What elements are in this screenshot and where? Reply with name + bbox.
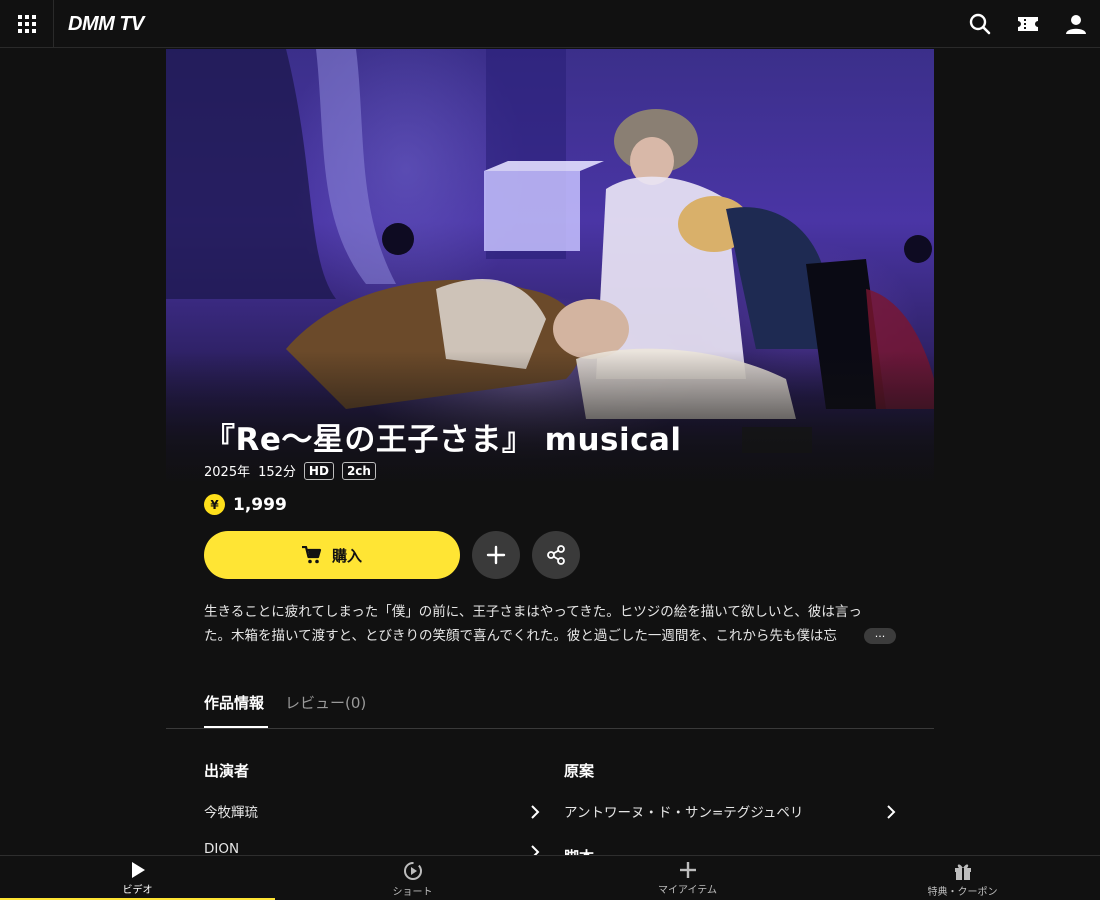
buy-button[interactable]: 購入: [204, 531, 460, 579]
share-icon: [547, 545, 565, 565]
apps-grid-icon: [17, 15, 36, 33]
nav-video[interactable]: ビデオ: [0, 856, 275, 900]
nav-label: ショート: [392, 887, 433, 898]
add-to-list-button[interactable]: [472, 531, 520, 579]
work-meta: 2025年 152分 HD 2ch: [204, 461, 376, 480]
nav-my-items[interactable]: マイアイテム: [550, 856, 825, 900]
read-more-button[interactable]: ···: [864, 628, 896, 644]
cart-icon: [301, 546, 322, 564]
nav-label: 特典・クーポン: [927, 887, 998, 898]
tab-work-info[interactable]: 作品情報: [204, 688, 268, 728]
nav-label: ビデオ: [122, 885, 153, 896]
work-description: 生きることに疲れてしまった「僕」の前に、王子さまはやってきた。ヒツジの絵を描いて…: [204, 600, 896, 648]
buy-button-label: 購入: [331, 546, 362, 565]
chevron-right-icon: [531, 805, 540, 819]
bottom-nav: ビデオ ショート マイアイテム 特典・クーポン: [0, 855, 1100, 900]
search-button[interactable]: [968, 12, 992, 36]
chevron-right-icon: [887, 805, 896, 819]
nav-shorts[interactable]: ショート: [275, 856, 550, 900]
ticket-button[interactable]: [1016, 12, 1040, 36]
price: ¥ 1,999: [204, 494, 287, 515]
price-value: 1,999: [233, 494, 287, 515]
cast-row[interactable]: 今牧輝琉: [204, 801, 540, 825]
plus-icon: [486, 545, 506, 565]
apps-grid-button[interactable]: [0, 0, 54, 48]
description-line: た。木箱を描いて渡すと、とびきりの笑顔で喜んでくれた。彼と過ごした一週間を、これ…: [204, 628, 837, 644]
description-line: 生きることに疲れてしまった「僕」の前に、王子さまはやってきた。ヒツジの絵を描いて…: [204, 604, 862, 620]
user-icon: [1066, 15, 1086, 34]
share-button[interactable]: [532, 531, 580, 579]
tab-reviews[interactable]: レビュー(0): [285, 688, 366, 728]
shorts-icon: [403, 862, 422, 880]
cast-heading: 出演者: [204, 762, 250, 780]
nav-perks-coupons[interactable]: 特典・クーポン: [825, 856, 1100, 900]
hd-badge: HD: [303, 461, 334, 480]
work-title: 『Re〜星の王子さま』 musical: [204, 422, 682, 458]
search-icon: [969, 13, 991, 35]
release-year: 2025年: [204, 465, 251, 480]
original-row[interactable]: アントワーヌ・ド・サン=テグジュペリ: [564, 801, 896, 825]
duration: 152分: [258, 465, 296, 480]
account-button[interactable]: [1064, 12, 1088, 36]
yen-coin-icon: ¥: [204, 494, 225, 515]
top-header: DMM TV: [0, 0, 1100, 48]
detail-tabs: 作品情報 レビュー(0): [166, 688, 934, 729]
play-icon: [131, 862, 145, 878]
ticket-icon: [1018, 17, 1038, 31]
nav-label: マイアイテム: [658, 885, 717, 896]
plus-icon: [679, 862, 696, 878]
dmm-tv-logo[interactable]: DMM TV: [68, 13, 144, 36]
original-author: アントワーヌ・ド・サン=テグジュペリ: [564, 805, 804, 821]
original-heading: 原案: [564, 762, 595, 780]
cast-name: 今牧輝琉: [204, 805, 258, 821]
gift-icon: [954, 864, 971, 880]
audio-badge: 2ch: [341, 461, 376, 480]
